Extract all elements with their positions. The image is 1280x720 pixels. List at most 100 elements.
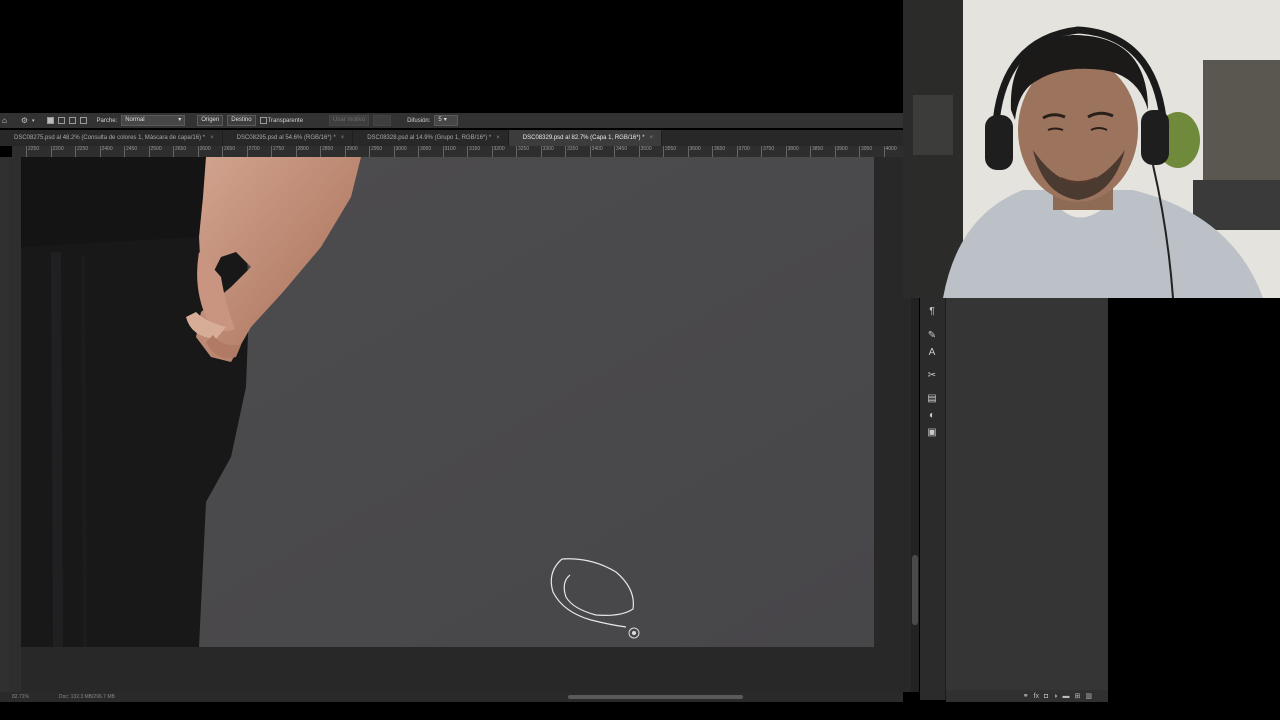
tab-label: DSC08328.psd al 14.9% (Grupo 1, RGB/16*)… [367,135,492,141]
layers-footer: ⚭ fx ◘ ◑ ▬ ⊞ ▥ [946,690,1108,702]
ruler-tick-label: 3900 [834,146,848,157]
chevron-down-icon[interactable]: ▾ [32,118,35,124]
ruler-tick-label: 3800 [785,146,799,157]
source-button[interactable]: Origen [197,115,224,126]
use-pattern-button[interactable]: Usar motivo [329,115,370,126]
ruler-tick-label: 2850 [320,146,333,157]
status-bar: 82.71% Doc: 132.3 MB/296.7 MB [0,692,903,702]
checkbox-box[interactable] [259,117,267,124]
tab-label: DSC08295.psd al 54.6% (RGB/16*) * [236,135,336,141]
ruler-tick-label: 3050 [418,146,431,157]
patch-tool-icon[interactable]: ⚙ [21,116,28,125]
horizontal-scroll-thumb[interactable] [568,695,743,699]
character-styles-icon[interactable]: ✎ [926,330,938,342]
ruler-tick-label: 2250 [26,146,39,157]
panel-icon-column: ¶ ✎ A ✂ ▤ ◐ ▣ [920,298,946,700]
subtract-selection-icon[interactable] [68,117,76,124]
trash-icon[interactable]: ▥ [1085,692,1092,700]
toolbar-strip[interactable] [0,157,9,692]
transparent-label: Transparente [267,117,304,124]
ruler-tick-label: 2900 [344,146,358,157]
ruler-tick-label: 2800 [295,146,309,157]
ruler-tick-label: 3300 [540,146,554,157]
close-icon[interactable]: × [341,135,345,141]
ruler-tick-label: 2950 [369,146,382,157]
ruler-tick-label: 3450 [614,146,627,157]
document-size: Doc: 132.3 MB/296.7 MB [58,694,115,700]
ruler-tick-label: 3100 [442,146,456,157]
close-icon[interactable]: × [496,135,500,141]
ruler-tick-label: 3250 [516,146,529,157]
diffusion-value: 5 [438,117,442,123]
close-icon[interactable]: × [210,135,214,141]
ruler-tick-label: 2500 [148,146,162,157]
photo-image [21,157,874,647]
canvas-area[interactable] [21,157,911,692]
ruler-tick-label: 2650 [173,146,186,157]
ruler-tick-label: 2750 [271,146,284,157]
ruler-tick-label: 2700 [246,146,260,157]
ruler-tick-label: 3750 [761,146,774,157]
chevron-down-icon: ▾ [178,117,182,123]
link-icon[interactable]: ⚭ [1023,692,1029,700]
ruler-tick-label: 2250 [75,146,88,157]
ruler-tick-label: 3650 [712,146,725,157]
webcam-overlay [903,0,1280,298]
home-icon[interactable]: ⌂ [2,116,7,125]
ruler-tick-label: 2600 [197,146,211,157]
ruler-tick-label: 3950 [859,146,872,157]
layers-icon[interactable]: ▤ [926,393,938,405]
adjustment-layer-icon[interactable]: ◑ [1053,693,1057,700]
folder-icon[interactable]: ▬ [1063,693,1070,700]
document-tab[interactable]: DSC08328.psd al 14.9% (Grupo 1, RGB/16*)… [353,130,509,146]
ruler-tick-label: 3700 [736,146,750,157]
document-tab-bar: DSC08275.psd al 48.2% (Consulta de color… [0,130,903,146]
ruler-tick-label: 3850 [810,146,823,157]
webcam-image [903,0,1280,298]
tab-label: DSC08329.psd al 82.7% (Capa 1, RGB/16*) … [522,135,645,141]
ruler-tick-label: 3200 [491,146,505,157]
chevron-down-icon: ▾ [443,117,447,123]
photo-canvas[interactable] [21,157,874,647]
destination-button[interactable]: Destino [227,115,256,126]
zoom-level[interactable]: 82.71% [12,694,29,700]
patch-mode-select[interactable]: Normal ▾ [121,115,186,126]
fx-icon[interactable]: fx [1034,693,1039,700]
tool-presets-icon[interactable]: ✂ [926,370,938,382]
ruler-tick-label: 4000 [883,146,897,157]
ruler-tick-label: 2400 [99,146,113,157]
document-tab-active[interactable]: DSC08329.psd al 82.7% (Capa 1, RGB/16*) … [508,130,663,146]
diffusion-select[interactable]: 5 ▾ [434,115,459,126]
transparent-checkbox[interactable]: Transparente [259,117,304,124]
new-selection-icon[interactable] [46,117,54,124]
paragraph-icon[interactable]: ¶ [926,306,938,318]
document-tab[interactable]: DSC08275.psd al 48.2% (Consulta de color… [0,130,223,146]
new-layer-icon[interactable]: ⊞ [1075,692,1081,700]
intersect-selection-icon[interactable] [79,117,87,124]
pattern-picker[interactable] [373,115,392,126]
ruler-tick-label: 3400 [589,146,603,157]
close-icon[interactable]: × [650,135,654,141]
document-tab[interactable]: DSC08295.psd al 54.6% (RGB/16*) * × [223,130,354,146]
options-bar: ⌂ ⚙ ▾ Parche: Normal ▾ Origen Destino Tr… [0,113,903,128]
ruler-tick-label: 2650 [222,146,235,157]
diffusion-label: Difusión: [407,117,431,124]
patch-mode-value: Normal [125,117,145,123]
adjustments-icon[interactable]: ◐ [926,410,938,422]
ruler-tick-label: 3550 [663,146,676,157]
ruler-tick-label: 2200 [50,146,64,157]
ruler-tick-label: 3150 [467,146,480,157]
tab-label: DSC08275.psd al 48.2% (Consulta de color… [14,135,206,141]
layers-panel[interactable] [946,298,1108,700]
ruler-tick-label: 3600 [687,146,701,157]
mask-icon[interactable]: ◘ [1044,693,1048,700]
ruler-tick-label: 2450 [124,146,137,157]
patch-label: Parche: [96,117,118,124]
ruler-tick-label: 3350 [565,146,578,157]
vertical-scroll-thumb[interactable] [912,555,918,625]
properties-icon[interactable]: ▣ [926,427,938,439]
add-selection-icon[interactable] [57,117,65,124]
glyphs-icon[interactable]: A [926,347,938,359]
ruler-tick-label: 3500 [638,146,652,157]
ruler-tick-label: 3000 [393,146,407,157]
